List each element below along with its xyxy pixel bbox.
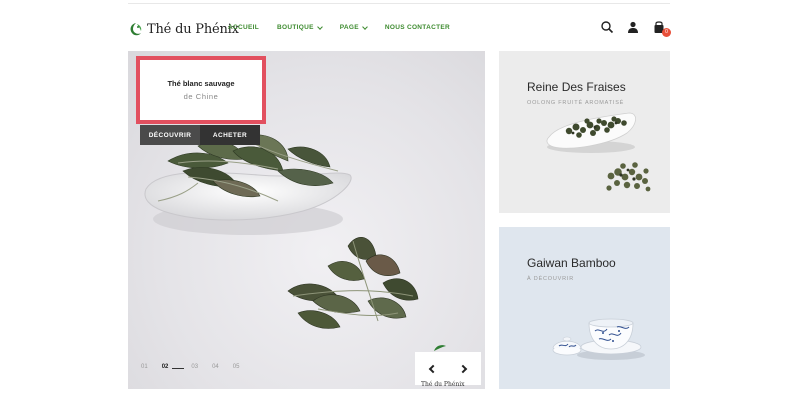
cart-icon[interactable]: 0 [652,20,671,37]
nav-item-accueil[interactable]: ACCUEIL [228,24,259,31]
oolong-tea-image [546,112,651,192]
main-nav: ACCUEIL BOUTIQUE PAGE NOUS CONTACTER [228,23,468,31]
slide-pager: 01 02 03 04 05 [141,364,253,370]
banner-subtitle: À DÉCOUVRIR [527,276,574,282]
banner-reine-des-fraises[interactable]: Reine Des Fraises OOLONG FRUITÉ AROMATIS… [499,51,670,213]
site-logo[interactable]: Thé du Phénix [128,18,239,40]
banner-subtitle: OOLONG FRUITÉ AROMATISÉ [527,100,625,106]
pager-item[interactable]: 01 [141,364,148,370]
brand-name: Thé du Phénix [147,21,239,37]
nav-item-page[interactable]: PAGE [339,23,368,31]
cart-count-badge: 0 [662,28,671,37]
nav-item-label: PAGE [339,24,359,31]
phoenix-logo-icon [130,23,142,36]
pager-active-indicator [172,368,185,369]
banner-title: Reine Des Fraises [527,80,626,94]
chevron-down-icon [362,23,368,30]
banner-title: Gaiwan Bamboo [527,256,616,270]
slide-caption: Thé blanc sauvage de Chine [136,56,266,124]
banner-gaiwan-bamboo[interactable]: Gaiwan Bamboo À DÉCOUVRIR [499,227,670,389]
slide-buttons: DÉCOUVRIR ACHETER [140,125,260,145]
pager-item[interactable]: 03 [191,364,198,370]
buy-button[interactable]: ACHETER [200,125,260,145]
search-icon[interactable] [600,20,614,34]
nav-item-label: NOUS CONTACTER [384,24,450,31]
nav-item-contact[interactable]: NOUS CONTACTER [385,24,450,31]
slide-caption-subtitle: de Chine [183,92,219,101]
discover-button[interactable]: DÉCOUVRIR [140,125,200,145]
site-header: Thé du Phénix ACCUEIL BOUTIQUE PAGE NOUS… [128,14,671,44]
slide-watermark: Thé du Phénix [421,381,465,388]
chevron-down-icon [316,23,323,30]
nav-item-label: BOUTIQUE [277,24,314,31]
nav-item-boutique[interactable]: BOUTIQUE [277,23,323,31]
hero-slider[interactable]: Thé blanc sauvage de Chine DÉCOUVRIR ACH… [128,51,485,389]
nav-item-label: ACCUEIL [228,24,259,31]
user-icon[interactable] [626,20,640,34]
slide-caption-title: Thé blanc sauvage [167,79,235,88]
header-icons: 0 [588,20,671,37]
gaiwan-image [552,318,645,360]
pager-item[interactable]: 05 [233,364,240,370]
chevron-right-icon [458,364,468,373]
pager-item[interactable]: 04 [212,364,219,370]
top-divider [128,3,670,4]
chevron-left-icon [428,364,438,373]
pager-item-active[interactable]: 02 [162,364,169,370]
